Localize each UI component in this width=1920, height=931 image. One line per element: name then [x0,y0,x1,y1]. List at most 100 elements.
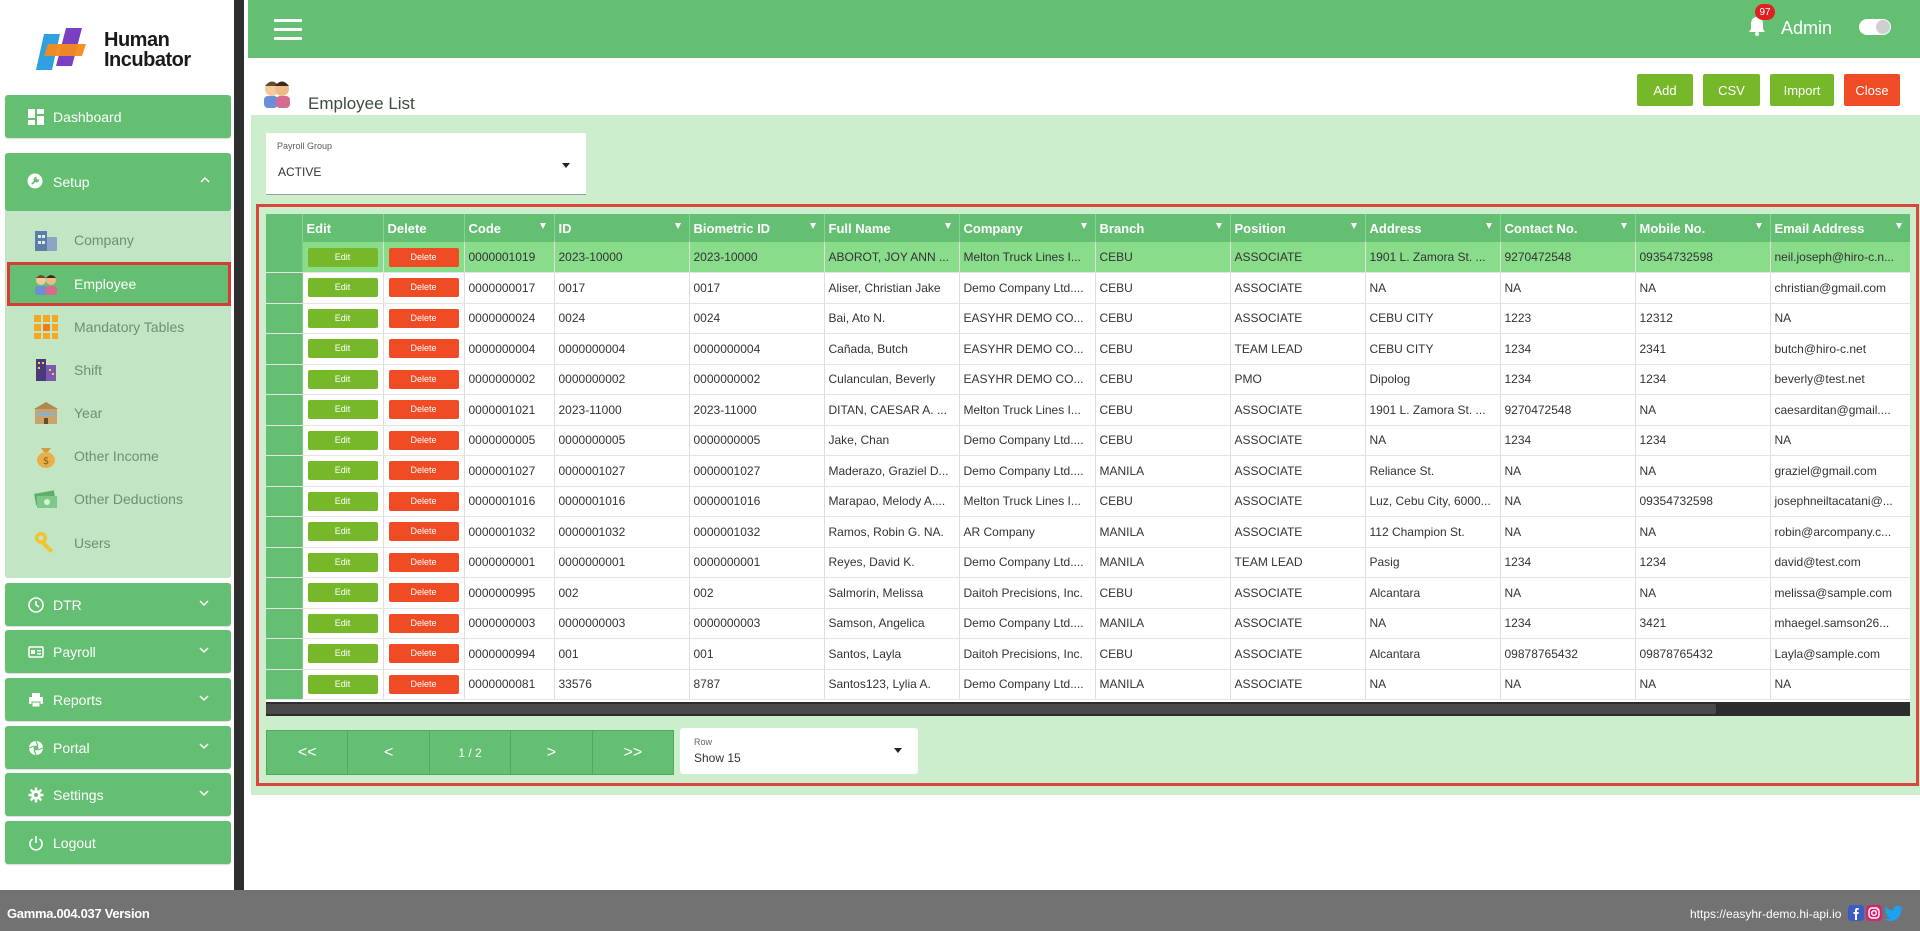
row-selector[interactable] [266,394,303,426]
sidebar-item-users[interactable]: Users [10,524,228,562]
previous-page-button[interactable]: < [348,731,430,774]
row-selector[interactable] [266,364,303,395]
filter-icon[interactable] [809,223,816,229]
row-selector[interactable] [266,547,303,578]
delete-button[interactable]: Delete [388,339,459,359]
table-row[interactable]: Edit Delete 0000000081 33576 8787 Santos123, … [266,669,1910,700]
close-button[interactable]: Close [1844,74,1900,106]
sidebar-item-company[interactable]: Company [10,221,228,259]
next-page-button[interactable]: > [511,731,593,774]
table-row[interactable]: Edit Delete 0000000001 0000000001 0000000001… [266,547,1910,578]
add-button[interactable]: Add [1637,74,1693,106]
table-row[interactable]: Edit Delete 0000000002 0000000002 0000000002… [266,364,1910,395]
row-selector[interactable] [266,638,303,670]
table-row[interactable]: Edit Delete 0000001027 0000001027 0000001027… [266,455,1910,487]
filter-icon[interactable] [1485,223,1492,229]
table-row[interactable]: Edit Delete 0000000004 0000000004 0000000004… [266,333,1910,365]
filter-icon[interactable] [1080,223,1087,229]
edit-button[interactable]: Edit [307,400,378,420]
sidebar-item-shift[interactable]: Shift [10,351,228,389]
filter-icon[interactable] [1895,223,1902,229]
table-row[interactable]: Edit Delete 0000000994 001 001 Santos, Layla D… [266,638,1910,670]
column-header-contact-no[interactable]: Contact No. [1500,214,1636,242]
instagram-icon[interactable] [1866,905,1882,921]
column-header-mobile-no[interactable]: Mobile No. [1635,214,1771,242]
logo[interactable]: Human Incubator [34,26,214,74]
first-page-button[interactable]: << [267,731,349,774]
hamburger-menu-icon[interactable] [274,19,302,41]
sidebar-item-payroll[interactable]: Payroll [5,630,231,673]
delete-button[interactable]: Delete [388,522,459,542]
sidebar-item-portal[interactable]: Portal [5,726,231,769]
moon-icon[interactable] [1900,15,1918,35]
sidebar-item-reports[interactable]: Reports [5,678,231,721]
row-selector[interactable] [266,425,303,456]
row-selector[interactable] [266,516,303,548]
scrollbar-thumb[interactable] [266,704,1716,714]
delete-button[interactable]: Delete [388,644,459,664]
user-name[interactable]: Admin [1781,18,1832,39]
table-row[interactable]: Edit Delete 0000000005 0000000005 0000000005… [266,425,1910,456]
sidebar-item-logout[interactable]: Logout [5,821,231,864]
theme-toggle[interactable] [1859,19,1891,35]
filter-icon[interactable] [1620,223,1627,229]
edit-button[interactable]: Edit [307,674,378,694]
row-selector[interactable] [266,303,303,334]
table-row[interactable]: Edit Delete 0000001021 2023-11000 2023-11000… [266,394,1910,426]
edit-button[interactable]: Edit [307,308,378,328]
twitter-icon[interactable] [1884,905,1904,921]
rows-per-page-select[interactable]: Row Show 15 [680,728,918,774]
delete-button[interactable]: Delete [388,552,459,572]
edit-button[interactable]: Edit [307,247,378,267]
column-header-branch[interactable]: Branch [1095,214,1231,242]
row-selector[interactable] [266,455,303,487]
delete-button[interactable]: Delete [388,491,459,511]
payroll-group-select[interactable]: Payroll Group ACTIVE [266,133,586,195]
column-header-full-name[interactable]: Full Name [824,214,960,242]
table-row[interactable]: Edit Delete 0000001019 2023-10000 2023-10000… [266,242,1910,273]
edit-button[interactable]: Edit [307,522,378,542]
row-selector[interactable] [266,669,303,700]
sidebar-item-dashboard[interactable]: Dashboard [5,95,231,138]
sidebar-item-dtr[interactable]: DTR [5,583,231,626]
delete-button[interactable]: Delete [388,674,459,694]
edit-button[interactable]: Edit [307,278,378,298]
filter-icon[interactable] [944,223,951,229]
table-row[interactable]: Edit Delete 0000001032 0000001032 0000001032… [266,516,1910,548]
table-row[interactable]: Edit Delete 0000001016 0000001016 0000001016… [266,486,1910,517]
edit-button[interactable]: Edit [307,461,378,481]
filter-icon[interactable] [1755,223,1762,229]
delete-button[interactable]: Delete [388,247,459,267]
filter-icon[interactable] [1350,223,1357,229]
edit-button[interactable]: Edit [307,644,378,664]
column-header-email-address[interactable]: Email Address [1770,214,1910,242]
sidebar-item-other-deductions[interactable]: Other Deductions [10,480,228,518]
sidebar-item-other-income[interactable]: $ Other Income [10,437,228,475]
facebook-icon[interactable] [1848,905,1864,921]
filter-icon[interactable] [674,223,681,229]
row-selector[interactable] [266,333,303,365]
table-row[interactable]: Edit Delete 0000000003 0000000003 0000000003… [266,608,1910,639]
table-row[interactable]: Edit Delete 0000000017 0017 0017 Aliser, Chri… [266,272,1910,304]
import-button[interactable]: Import [1770,74,1834,106]
edit-button[interactable]: Edit [307,369,378,389]
row-selector[interactable] [266,272,303,304]
column-header-position[interactable]: Position [1230,214,1366,242]
edit-button[interactable]: Edit [307,583,378,603]
delete-button[interactable]: Delete [388,308,459,328]
sidebar-item-employee[interactable]: Employee [7,262,231,306]
delete-button[interactable]: Delete [388,278,459,298]
filter-icon[interactable] [539,223,546,229]
delete-button[interactable]: Delete [388,583,459,603]
footer-url[interactable]: https://easyhr-demo.hi-api.io [1690,907,1841,921]
delete-button[interactable]: Delete [388,613,459,633]
column-header-id[interactable]: ID [554,214,690,242]
edit-button[interactable]: Edit [307,430,378,450]
column-header-company[interactable]: Company [959,214,1096,242]
edit-button[interactable]: Edit [307,613,378,633]
edit-button[interactable]: Edit [307,339,378,359]
sidebar-scrollbar[interactable] [234,0,244,890]
delete-button[interactable]: Delete [388,369,459,389]
column-header-code[interactable]: Code [464,214,555,242]
csv-button[interactable]: CSV [1703,74,1760,106]
